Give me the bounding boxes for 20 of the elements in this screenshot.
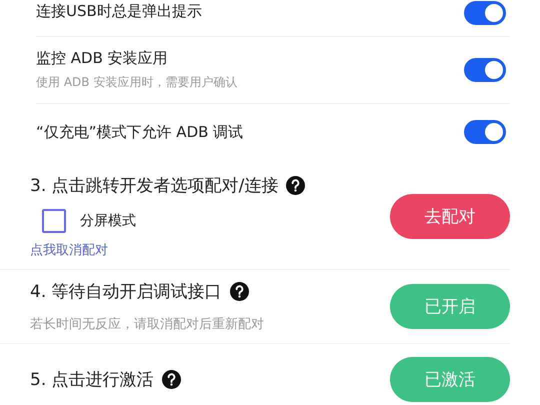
step-title: 5. 点击进行激活 xyxy=(30,368,154,390)
setting-label: 监控 ADB 安装应用 xyxy=(36,49,169,68)
action-button[interactable]: 已激活 xyxy=(390,356,510,402)
checkbox-label: 分屏模式 xyxy=(80,212,136,230)
step-title: 4. 等待自动开启调试接口 xyxy=(30,281,222,303)
help-icon[interactable] xyxy=(162,370,181,388)
toggle-switch[interactable] xyxy=(464,58,506,82)
step-hint: 若长时间无反应，请取消配对后重新配对 xyxy=(30,316,264,333)
help-icon[interactable] xyxy=(286,176,306,195)
toggle-switch[interactable] xyxy=(464,120,506,144)
setting-label: “仅充电”模式下允许 ADB 调试 xyxy=(36,122,244,142)
toggle-switch[interactable] xyxy=(464,1,506,25)
action-button[interactable]: 已开启 xyxy=(390,284,510,329)
action-button[interactable]: 去配对 xyxy=(390,194,510,239)
setting-description: 使用 ADB 安装应用时，需要用户确认 xyxy=(36,74,238,91)
help-icon[interactable] xyxy=(230,282,249,301)
unpair-link[interactable]: 点我取消配对 xyxy=(30,241,306,259)
checkbox[interactable] xyxy=(42,209,66,233)
setting-label: 连接USB时总是弹出提示 xyxy=(36,2,202,21)
step-title: 3. 点击跳转开发者选项配对/连接 xyxy=(30,175,278,197)
